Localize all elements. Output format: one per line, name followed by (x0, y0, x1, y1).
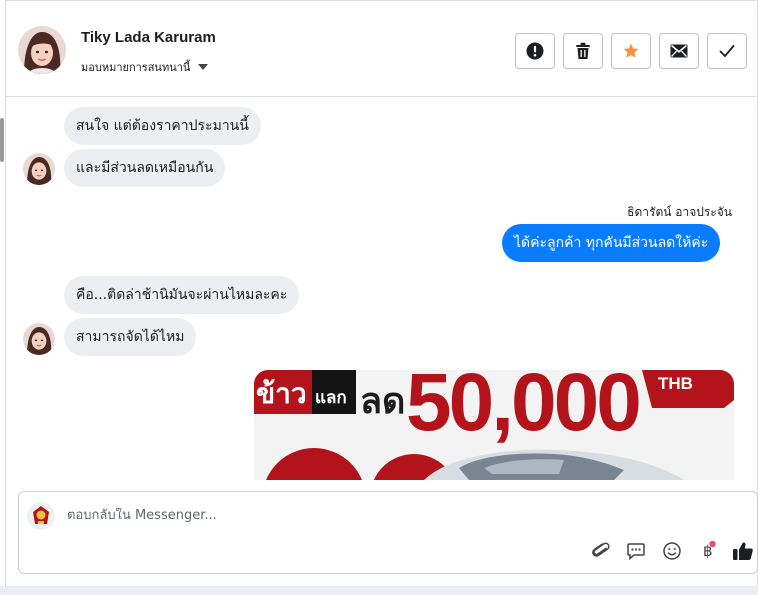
contact-avatar[interactable] (18, 26, 66, 74)
baht-icon: ฿ (703, 540, 716, 560)
chat-bubble-icon (627, 543, 645, 561)
contact-avatar-small[interactable] (23, 153, 55, 185)
like-button[interactable] (732, 540, 754, 562)
reply-input[interactable] (67, 508, 667, 523)
message-bubble-incoming[interactable]: สนใจ แต่ต้องราคาประมานนี้ (64, 107, 261, 145)
star-icon (623, 43, 639, 58)
mark-unread-button[interactable] (659, 33, 699, 69)
saved-replies-button[interactable] (625, 540, 647, 562)
mark-done-button[interactable] (707, 33, 747, 69)
delete-button[interactable] (563, 33, 603, 69)
conversation-header: Tiky Lada Karuram มอบหมายการสนทนานี้ (5, 0, 758, 97)
promo-word-1: ข้าว (256, 378, 307, 409)
chevron-down-icon (198, 64, 209, 70)
page-avatar (27, 502, 55, 530)
promo-image-message[interactable]: ข้าว แลก ลด 50,000 THB (254, 370, 734, 480)
message-bubble-incoming[interactable]: และมีส่วนลดเหมือนกัน (64, 149, 226, 187)
report-button[interactable] (515, 33, 555, 69)
envelope-icon (670, 44, 688, 58)
promo-amount: 50,000 (406, 370, 642, 448)
sender-name: ธิดารัตน์ อาจประจัน (627, 205, 732, 219)
promo-word-3: ลด (360, 380, 406, 421)
smiley-icon (663, 542, 681, 560)
contact-name[interactable]: Tiky Lada Karuram (81, 29, 216, 46)
check-icon (719, 45, 735, 58)
attach-button[interactable] (590, 540, 612, 562)
star-button[interactable] (611, 33, 651, 69)
reply-composer: ฿ (18, 491, 758, 574)
message-bubble-incoming[interactable]: สามารถจัดได้ไหม (64, 318, 197, 356)
trash-icon (576, 42, 590, 59)
contact-avatar-small[interactable] (23, 323, 55, 355)
bottom-strip (0, 586, 758, 595)
payment-button[interactable]: ฿ (697, 540, 719, 562)
promo-word-2: แลก (315, 388, 347, 407)
alert-circle-icon (526, 42, 544, 60)
message-bubble-outgoing[interactable]: ได้ค่ะลูกค้า ทุกคันมีส่วนลดให้ค่ะ (502, 224, 721, 262)
assign-conversation-dropdown[interactable]: มอบหมายการสนทนานี้ (81, 58, 209, 76)
thumbs-up-icon (733, 542, 753, 560)
assign-label: มอบหมายการสนทนานี้ (81, 61, 191, 74)
message-bubble-incoming[interactable]: คือ...ติดล่าช้านิมันจะผ่านไหมละคะ (64, 276, 300, 314)
emoji-button[interactable] (661, 540, 683, 562)
promo-currency: THB (658, 374, 693, 393)
scrollbar-handle[interactable] (0, 118, 4, 162)
paperclip-icon (592, 542, 610, 557)
